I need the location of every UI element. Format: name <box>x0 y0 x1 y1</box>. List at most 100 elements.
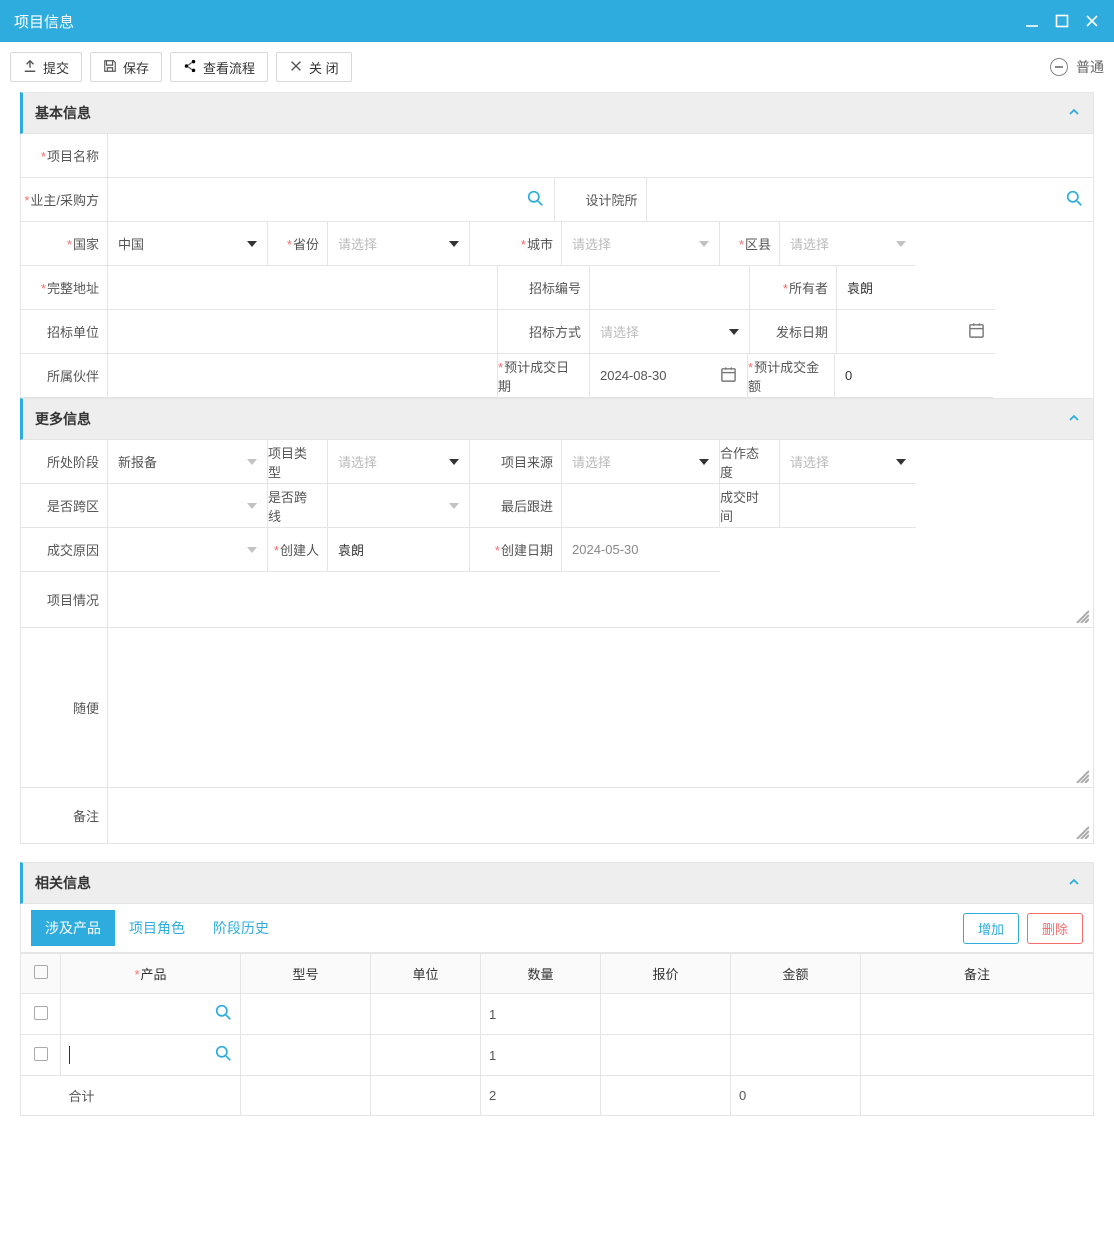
tab-roles[interactable]: 项目角色 <box>115 910 199 946</box>
input-partner[interactable] <box>108 354 498 398</box>
save-button[interactable]: 保存 <box>90 52 162 82</box>
label-issue-date: 发标日期 <box>776 322 828 341</box>
select-deal-reason[interactable] <box>108 528 268 572</box>
textarea-anything[interactable] <box>108 628 1093 788</box>
resize-grip-icon[interactable] <box>1073 823 1089 839</box>
close-button[interactable]: 关 闭 <box>276 52 352 82</box>
input-deal-time[interactable] <box>780 484 916 528</box>
label-full-address: 完整地址 <box>41 278 99 297</box>
input-issue-date[interactable] <box>837 310 995 354</box>
section-basic-header[interactable]: 基本信息 <box>20 92 1094 134</box>
search-icon[interactable] <box>1066 190 1083 210</box>
search-icon[interactable] <box>215 1045 232 1065</box>
cell-remark[interactable] <box>861 994 1094 1035</box>
input-full-address[interactable] <box>108 266 498 310</box>
cell-amount[interactable] <box>731 1035 861 1076</box>
textarea-remark[interactable] <box>108 788 1093 844</box>
value-owner: 袁朗 <box>847 278 873 297</box>
tab-products[interactable]: 涉及产品 <box>31 910 115 946</box>
window-close-button[interactable] <box>1084 13 1100 29</box>
cell-model[interactable] <box>241 1035 371 1076</box>
status-icon <box>1050 58 1068 76</box>
row-checkbox[interactable] <box>34 1006 48 1020</box>
placeholder-city: 请选择 <box>572 234 611 253</box>
section-more-header[interactable]: 更多信息 <box>20 398 1094 440</box>
table-row[interactable]: 1 <box>21 994 1094 1035</box>
status-chip[interactable]: 普通 <box>1050 57 1104 77</box>
input-project-name[interactable] <box>108 134 1093 178</box>
select-bid-method[interactable]: 请选择 <box>590 310 750 354</box>
cell-quote[interactable] <box>601 1035 731 1076</box>
th-unit: 单位 <box>371 954 481 994</box>
select-project-source[interactable]: 请选择 <box>562 440 720 484</box>
value-country: 中国 <box>118 234 144 253</box>
select-cross-line[interactable] <box>328 484 470 528</box>
resize-grip-icon[interactable] <box>1073 767 1089 783</box>
window-minimize-button[interactable] <box>1024 13 1040 29</box>
cell-model[interactable] <box>241 994 371 1035</box>
select-cross-region[interactable] <box>108 484 268 528</box>
input-bid-no[interactable] <box>590 266 750 310</box>
select-stage[interactable]: 新报备 <box>108 440 268 484</box>
calendar-icon[interactable] <box>720 366 737 386</box>
input-bid-unit[interactable] <box>108 310 498 354</box>
label-last-follow: 最后跟进 <box>501 496 553 515</box>
cell-product[interactable] <box>69 1045 232 1065</box>
value-stage: 新报备 <box>118 452 157 471</box>
search-icon[interactable] <box>215 1004 232 1024</box>
label-anything: 随便 <box>73 698 99 717</box>
cell-product[interactable] <box>69 1004 232 1024</box>
window-maximize-button[interactable] <box>1054 13 1070 29</box>
chevron-down-icon <box>729 329 739 335</box>
select-coop-attitude[interactable]: 请选择 <box>780 440 916 484</box>
cell-amount[interactable] <box>731 994 861 1035</box>
chevron-down-icon <box>449 503 459 509</box>
label-bid-method: 招标方式 <box>529 322 581 341</box>
cell-unit[interactable] <box>371 1035 481 1076</box>
value-creator: 袁朗 <box>338 540 364 559</box>
view-flow-button[interactable]: 查看流程 <box>170 52 268 82</box>
section-related-header[interactable]: 相关信息 <box>20 862 1094 904</box>
chevron-down-icon <box>449 459 459 465</box>
search-icon[interactable] <box>527 190 544 210</box>
select-all-checkbox[interactable] <box>34 965 48 979</box>
input-owner-buyer[interactable] <box>108 178 555 222</box>
chevron-down-icon <box>699 241 709 247</box>
label-project-type: 项目类型 <box>268 443 319 481</box>
input-est-deal-date[interactable]: 2024-08-30 <box>590 354 748 398</box>
chevron-down-icon <box>699 459 709 465</box>
placeholder-province: 请选择 <box>338 234 377 253</box>
delete-button[interactable]: 删除 <box>1027 913 1083 944</box>
label-coop-attitude: 合作态度 <box>720 443 771 481</box>
input-create-date[interactable]: 2024-05-30 <box>562 528 720 572</box>
input-creator[interactable]: 袁朗 <box>328 528 470 572</box>
label-project-name: 项目名称 <box>41 146 99 165</box>
input-owner[interactable]: 袁朗 <box>837 266 995 310</box>
select-city[interactable]: 请选择 <box>562 222 720 266</box>
cell-remark[interactable] <box>861 1035 1094 1076</box>
row-checkbox[interactable] <box>34 1047 48 1061</box>
cell-qty[interactable]: 1 <box>481 1035 601 1076</box>
input-last-follow[interactable] <box>562 484 720 528</box>
cell-quote[interactable] <box>601 994 731 1035</box>
submit-button[interactable]: 提交 <box>10 52 82 82</box>
select-project-type[interactable]: 请选择 <box>328 440 470 484</box>
label-est-deal-date: 预计成交日期 <box>498 357 581 395</box>
select-country[interactable]: 中国 <box>108 222 268 266</box>
add-button[interactable]: 增加 <box>963 913 1019 944</box>
save-label: 保存 <box>123 58 149 77</box>
input-est-deal-amount[interactable]: 0 <box>835 354 993 398</box>
select-district[interactable]: 请选择 <box>780 222 916 266</box>
textarea-project-situation[interactable] <box>108 572 1093 628</box>
tab-history[interactable]: 阶段历史 <box>199 910 283 946</box>
select-province[interactable]: 请选择 <box>328 222 470 266</box>
table-row[interactable]: 1 <box>21 1035 1094 1076</box>
tabs-row: 涉及产品 项目角色 阶段历史 增加 删除 <box>20 904 1094 953</box>
calendar-icon[interactable] <box>968 322 985 342</box>
cell-qty[interactable]: 1 <box>481 994 601 1035</box>
input-design-inst[interactable] <box>647 178 1094 222</box>
total-label: 合计 <box>61 1076 241 1116</box>
resize-grip-icon[interactable] <box>1073 607 1089 623</box>
status-label: 普通 <box>1076 57 1104 77</box>
cell-unit[interactable] <box>371 994 481 1035</box>
